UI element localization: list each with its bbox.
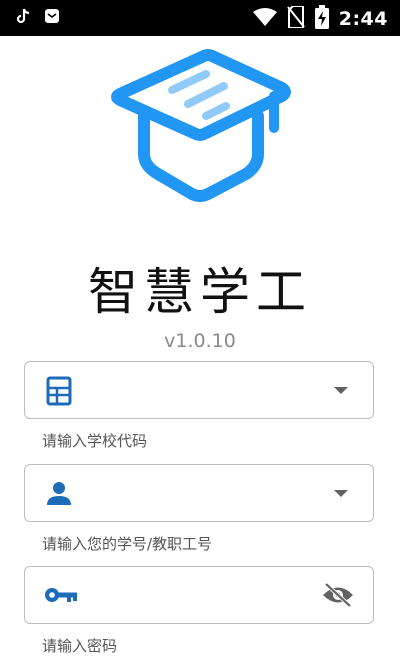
- status-time: 2:44: [338, 8, 388, 30]
- building-icon: [45, 376, 73, 406]
- graduation-cap-icon: [106, 44, 294, 204]
- student-id-hint: 请输入您的学号/教职工号: [42, 535, 213, 553]
- school-code-select[interactable]: [24, 361, 374, 419]
- key-icon: [43, 581, 79, 609]
- app-title: 智慧学工: [88, 263, 312, 321]
- chevron-down-icon[interactable]: [327, 481, 355, 505]
- chevron-down-icon[interactable]: [327, 378, 355, 402]
- person-icon: [45, 479, 73, 507]
- tiktok-icon: [16, 8, 30, 28]
- app-version: v1.0.10: [164, 330, 236, 352]
- student-id-select[interactable]: [24, 464, 374, 522]
- school-code-hint: 请输入学校代码: [42, 432, 148, 450]
- password-hint: 请输入密码: [42, 637, 118, 655]
- eye-off-icon[interactable]: [321, 582, 355, 608]
- app-notification-icon: [44, 8, 60, 28]
- wifi-icon: [252, 8, 277, 30]
- no-sim-icon: [286, 5, 305, 32]
- status-bar: 2:44: [0, 0, 400, 36]
- battery-charging-icon: [314, 5, 329, 33]
- password-field[interactable]: [24, 566, 374, 624]
